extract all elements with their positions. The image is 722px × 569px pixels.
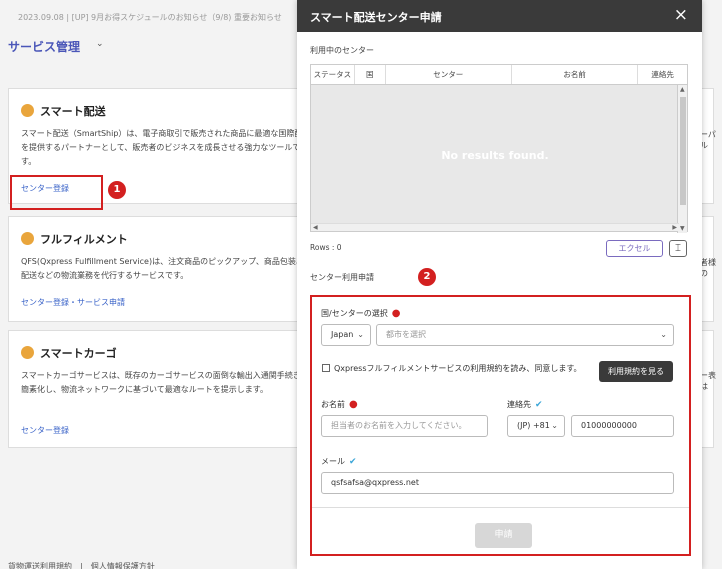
close-icon[interactable]: × [674, 5, 688, 25]
in-use-centers-label: 利用中のセンター [310, 46, 374, 55]
card-overflow-text: 者様の [700, 258, 716, 278]
coin-icon [21, 346, 34, 359]
column-header-name[interactable]: お名前 [512, 65, 639, 84]
required-dot-icon: ● [391, 308, 401, 319]
chevron-down-icon: ⌄ [357, 330, 364, 339]
chevron-down-icon: ⌄ [660, 330, 667, 339]
email-input[interactable]: qsfsafsa@qxpress.net [321, 472, 674, 494]
rows-count: Rows : 0 [310, 243, 342, 252]
scroll-down-icon[interactable]: ▼ [680, 225, 685, 232]
chevron-down-icon: ⌄ [551, 421, 558, 430]
name-label: お名前 ● [321, 399, 358, 410]
apply-form: 国/センターの選択 ● Japan ⌄ 都市を選択 ⌄ Qxpressフルフィルメント… [310, 295, 691, 556]
center-register-service-link[interactable]: センター登録・サービス申請 [21, 297, 125, 308]
footer-links[interactable]: 貨物運送利用規約 | 個人情報保護方針 [8, 561, 155, 569]
card-title: スマートカーゴ [21, 345, 117, 361]
scroll-right-icon[interactable]: ▶ [672, 224, 677, 231]
center-register-link[interactable]: センター登録 [21, 425, 69, 436]
card-title: フルフィルメント [21, 231, 128, 247]
column-header-country[interactable]: 国 [355, 65, 386, 84]
view-terms-button[interactable]: 利用規約を見る [599, 361, 673, 382]
card-overflow-text: ー表は [700, 371, 716, 391]
scroll-thumb[interactable] [680, 97, 686, 205]
coin-icon [21, 104, 34, 117]
fit-columns-icon[interactable]: ⌶ [669, 240, 687, 257]
country-center-label: 国/センターの選択 ● [321, 308, 401, 319]
notice-line[interactable]: 2023.09.08 | [UP] 9月お得スケジュールのお知らせ（9/8) 重… [18, 12, 282, 23]
phone-code-select[interactable]: (JP) +81 ⌄ [507, 415, 565, 437]
horizontal-scrollbar[interactable]: ◀ ▶ [311, 223, 679, 231]
apply-section-label: センター利用申請 [310, 273, 374, 282]
scroll-up-icon[interactable]: ▲ [680, 86, 685, 93]
annotation-box-1 [10, 175, 103, 210]
grid-empty-message: No results found. [441, 148, 549, 162]
check-icon: ✔ [535, 400, 543, 410]
center-apply-modal: スマート配送センター申請 × 利用中のセンター ステータス 国 センター お名前… [297, 0, 702, 569]
name-input[interactable]: 担当者のお名前を入力してください。 [321, 415, 488, 437]
card-title: スマート配送 [21, 103, 106, 119]
column-header-status[interactable]: ステータス [311, 65, 355, 84]
terms-text: Qxpressフルフィルメントサービスの利用規約を読み、同意します。 [334, 364, 582, 373]
card-description: スマート配送（SmartShip）は、電子商取引で販売された商品に最適な国際配送… [21, 129, 311, 166]
scroll-left-icon[interactable]: ◀ [313, 224, 318, 231]
city-select[interactable]: 都市を選択 ⌄ [376, 324, 674, 346]
column-header-center[interactable]: センター [386, 65, 512, 84]
modal-title: スマート配送センター申請 [310, 11, 442, 24]
required-dot-icon: ● [349, 399, 358, 410]
centers-grid: ステータス 国 センター お名前 連絡先 No results found. ▲… [310, 64, 688, 233]
email-label: メール ✔ [321, 457, 357, 467]
card-overflow-text: ーパル [700, 130, 716, 150]
coin-icon [21, 232, 34, 245]
terms-checkbox[interactable] [322, 364, 330, 372]
country-select[interactable]: Japan ⌄ [321, 324, 371, 346]
phone-input[interactable]: 01000000000 [571, 415, 674, 437]
card-description: スマートカーゴサービスは、既存のカーゴサービスの面倒な輸出入通関手続きを簡素化し… [21, 371, 309, 394]
grid-header: ステータス 国 センター お名前 連絡先 [311, 65, 687, 85]
contact-label: 連絡先 ✔ [507, 400, 543, 410]
service-title: サービス管理 [8, 40, 81, 54]
annotation-number-1: 1 [108, 181, 126, 199]
form-divider [312, 507, 689, 508]
chevron-down-icon[interactable]: ⌄ [96, 39, 104, 49]
vertical-scrollbar[interactable]: ▲ ▼ [677, 85, 687, 233]
card-description: QFS(Qxpress Fulfillment Service)は、注文商品のピ… [21, 257, 304, 280]
apply-button[interactable]: 申請 [475, 523, 532, 548]
column-header-contact[interactable]: 連絡先 [638, 65, 687, 84]
modal-header: スマート配送センター申請 × [297, 0, 702, 32]
annotation-number-2: 2 [418, 268, 436, 286]
excel-button[interactable]: エクセル [606, 240, 663, 257]
check-icon: ✔ [349, 457, 357, 467]
